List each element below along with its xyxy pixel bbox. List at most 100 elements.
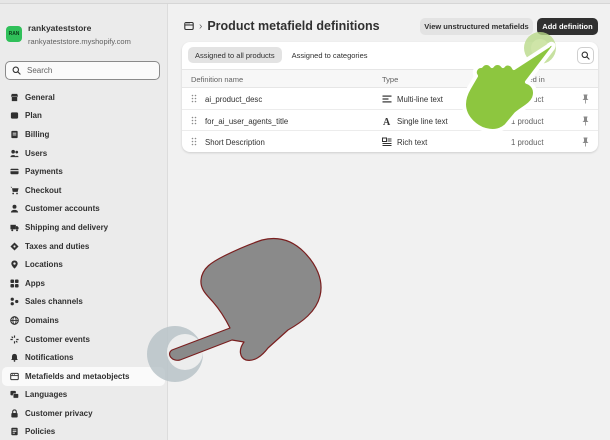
sidebar-item-languages[interactable]: Languages: [0, 386, 167, 405]
pointing-hand-icon: [168, 237, 322, 361]
table-row[interactable]: Short Description Rich text 1 product: [182, 131, 598, 152]
view-unstructured-metafields-button[interactable]: View unstructured metafields: [420, 18, 533, 35]
sidebar-item-users[interactable]: Users: [0, 144, 167, 163]
sidebar-item-metafields[interactable]: Metafields and metaobjects: [2, 366, 165, 386]
policy-icon: [11, 428, 18, 436]
sidebar-item-general[interactable]: General: [0, 88, 167, 107]
globe-icon: [10, 316, 19, 325]
table-row[interactable]: ai_product_desc Multi-line text 1 produc…: [182, 88, 598, 110]
sidebar-item-customer-accounts[interactable]: Customer accounts: [0, 200, 167, 219]
billing-icon: [11, 130, 18, 139]
sidebar-item-customer-events[interactable]: Customer events: [0, 330, 167, 349]
payments-icon: [10, 168, 19, 175]
chevron-right-icon: ›: [199, 20, 203, 32]
sidebar-item-domains[interactable]: Domains: [0, 311, 167, 330]
column-header-assigned: Assigned in: [506, 75, 545, 84]
languages-icon: [10, 391, 19, 399]
bell-icon: [11, 354, 18, 362]
single-line-text-icon: A: [383, 117, 391, 126]
drag-handle-icon[interactable]: [191, 94, 197, 103]
sidebar-item-label: Metafields and metaobjects: [25, 371, 130, 381]
definition-type: Rich text: [397, 138, 428, 147]
sidebar-item-apps[interactable]: Apps: [0, 274, 167, 293]
person-icon: [10, 205, 19, 213]
drag-handle-icon[interactable]: [191, 137, 197, 146]
search-input[interactable]: [27, 66, 147, 75]
plan-icon: [10, 112, 19, 120]
sidebar-item-billing[interactable]: Billing: [0, 125, 167, 144]
definition-name: Short Description: [205, 138, 265, 147]
assignment-tabs: Assigned to all products Assigned to cat…: [188, 47, 378, 63]
users-icon: [10, 149, 19, 157]
tab-assigned-to-all-products[interactable]: Assigned to all products: [188, 47, 282, 63]
definition-type: Multi-line text: [397, 95, 443, 104]
metafields-icon[interactable]: [184, 21, 194, 31]
sidebar-item-payments[interactable]: Payments: [0, 162, 167, 181]
sidebar-item-label: Notifications: [25, 353, 74, 363]
definition-name: ai_product_desc: [205, 95, 263, 104]
add-definition-button[interactable]: Add definition: [537, 18, 598, 35]
location-icon: [11, 260, 18, 269]
sidebar-item-label: Plan: [25, 111, 42, 121]
apps-icon: [10, 279, 19, 288]
search-icon: [12, 66, 21, 75]
sidebar-item-label: Policies: [25, 427, 56, 437]
definition-name: for_ai_user_agents_title: [205, 116, 289, 126]
sidebar-item-label: Customer events: [25, 334, 90, 344]
sidebar-item-label: Languages: [25, 390, 68, 400]
search-icon: [581, 51, 590, 60]
svg-text:A: A: [383, 117, 391, 126]
sidebar-item-label: Customer privacy: [25, 408, 93, 418]
pin-icon[interactable]: [581, 94, 590, 104]
sidebar-item-plan[interactable]: Plan: [0, 107, 167, 126]
sidebar-item-customer-privacy[interactable]: Customer privacy: [0, 404, 167, 423]
sidebar-item-notifications[interactable]: Notifications: [0, 348, 167, 367]
sidebar-item-label: Users: [25, 148, 48, 158]
sidebar-item-sales-channels[interactable]: Sales channels: [0, 293, 167, 312]
sidebar-item-label: Locations: [25, 260, 63, 270]
cart-icon: [10, 186, 19, 195]
assigned-count: 1 product: [511, 138, 544, 147]
settings-search[interactable]: [5, 61, 160, 80]
definitions-card: Assigned to all products Assigned to cat…: [182, 42, 598, 152]
sidebar-item-label: Billing: [25, 129, 50, 139]
sidebar-item-shipping[interactable]: Shipping and delivery: [0, 218, 167, 237]
events-icon: [10, 334, 19, 344]
store-icon: [10, 93, 19, 101]
sidebar-item-checkout[interactable]: Checkout: [0, 181, 167, 200]
sidebar-item-label: General: [25, 92, 55, 102]
sidebar-item-label: Shipping and delivery: [25, 222, 109, 232]
store-logo: RAN: [6, 26, 22, 42]
pin-icon[interactable]: [581, 116, 590, 126]
tax-icon: [10, 241, 19, 251]
multiline-text-icon: [382, 95, 392, 103]
column-header-type: Type: [382, 75, 399, 84]
table-search-button[interactable]: [577, 47, 594, 64]
store-switcher[interactable]: RAN rankyateststore rankyateststore.mysh…: [6, 22, 131, 48]
definition-type: Single line text: [397, 116, 448, 126]
store-name: rankyateststore: [28, 23, 92, 33]
sidebar-item-label: Apps: [25, 278, 45, 288]
sidebar-item-taxes[interactable]: Taxes and duties: [0, 237, 167, 256]
sidebar-item-policies[interactable]: Policies: [0, 423, 167, 440]
pin-icon[interactable]: [581, 137, 590, 147]
lock-icon: [11, 409, 18, 418]
sidebar-item-locations[interactable]: Locations: [0, 255, 167, 274]
settings-nav: General Plan Billing Users Payments Chec…: [0, 88, 167, 440]
rich-text-icon: [382, 137, 392, 146]
assigned-count: 1 product: [511, 95, 544, 104]
column-header-name: Definition name: [191, 75, 244, 84]
page-header: › Product metafield definitions: [184, 16, 380, 36]
sidebar-item-label: Taxes and duties: [25, 241, 90, 251]
tab-assigned-to-categories[interactable]: Assigned to categories: [285, 47, 375, 63]
sidebar-item-label: Payments: [25, 167, 63, 177]
settings-sidebar: RAN rankyateststore rankyateststore.mysh…: [0, 4, 168, 440]
table-row[interactable]: for_ai_user_agents_title A Single line t…: [182, 110, 598, 131]
metafields-icon: [10, 372, 19, 380]
page-title: Product metafield definitions: [207, 19, 380, 33]
drag-handle-icon[interactable]: [191, 116, 197, 125]
sidebar-item-label: Domains: [25, 315, 59, 325]
assigned-count: 1 product: [511, 116, 544, 126]
truck-icon: [10, 224, 19, 232]
sidebar-item-label: Sales channels: [25, 297, 83, 307]
